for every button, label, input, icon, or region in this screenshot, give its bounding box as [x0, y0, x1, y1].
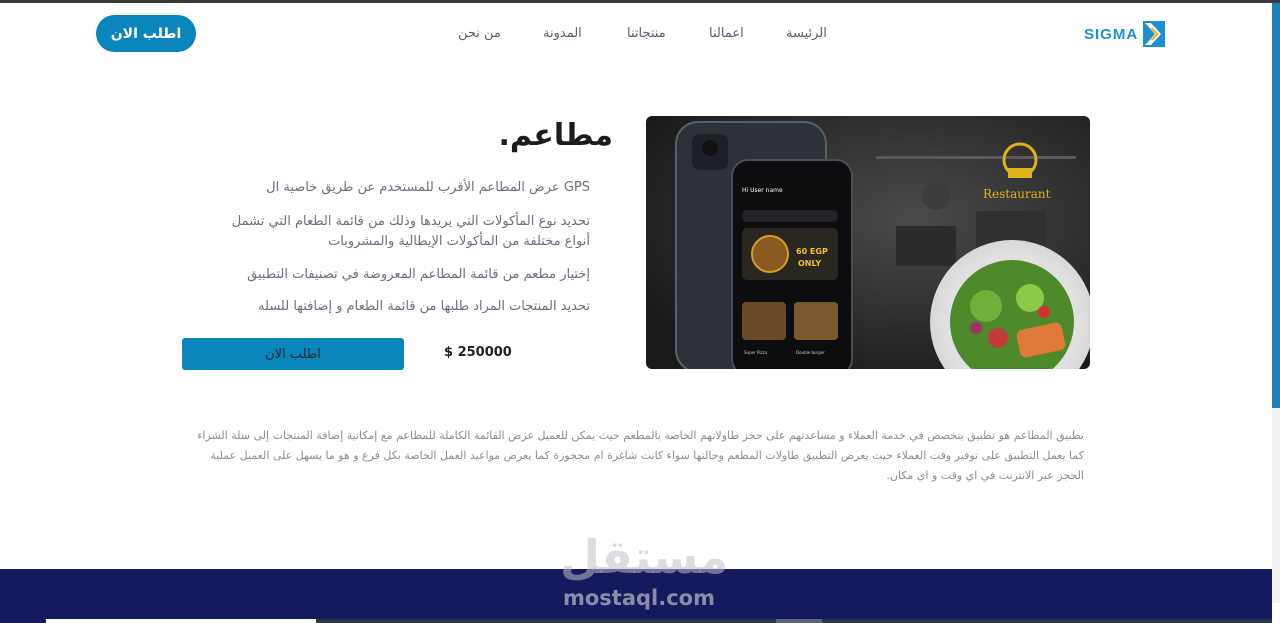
price-label: $ 250000	[444, 345, 512, 360]
product-title: .مطاعم	[498, 118, 614, 153]
feature-food-type: تحديد نوع المأكولات التي يريدها وذلك من …	[231, 214, 590, 249]
feature-choose-restaurant: إختيار مطعم من قائمة المطاعم المعروضة في…	[247, 267, 590, 282]
top-border	[0, 0, 1280, 3]
watermark-latin: mostaql.com	[563, 586, 715, 610]
order-now-header-button[interactable]: اطلب الان	[96, 15, 196, 52]
restaurant-app-hero-image: Hi User name 60 EGP ONLY Super Pizza Dou…	[646, 116, 1090, 369]
feature-gps: GPS عرض المطاعم الأقرب للمستخدم عن طريق …	[266, 180, 590, 195]
scrollbar-thumb[interactable]	[1272, 3, 1280, 408]
watermark-arabic: مستقل	[560, 530, 729, 584]
nav-products[interactable]: منتجاتنا	[627, 26, 666, 41]
feature-add-to-cart: تحديد المنتجات المراد طلبها من قائمة الط…	[258, 299, 590, 314]
phone-item-2: Double burger	[796, 350, 825, 355]
phone-greeting: Hi User name	[742, 187, 783, 194]
footer-strip	[46, 619, 316, 623]
sigma-chevron-icon	[1143, 21, 1166, 47]
footer-strip-dark-2	[822, 619, 1272, 623]
product-description: تطبيق المطاعم هو تطبيق يتخصص في خدمة الع…	[197, 429, 1084, 482]
nav-about[interactable]: من نحن	[458, 26, 501, 41]
restaurant-label: Restaurant	[983, 187, 1051, 201]
footer-strip-dark	[316, 619, 776, 623]
nav-home[interactable]: الرئيسة	[786, 26, 827, 41]
footer-strip-mid	[776, 619, 822, 623]
phone-promo-only: ONLY	[798, 259, 821, 268]
logo-text: SIGMA	[1084, 25, 1139, 43]
order-now-button[interactable]: اطلب الان	[182, 338, 404, 370]
phone-promo-price: 60 EGP	[796, 247, 828, 256]
nav-works[interactable]: اعمالنا	[709, 26, 744, 41]
phone-item-1: Super Pizza	[744, 350, 768, 355]
nav-blog[interactable]: المدونة	[543, 26, 582, 41]
sigma-logo[interactable]: SIGMA	[1084, 20, 1167, 48]
